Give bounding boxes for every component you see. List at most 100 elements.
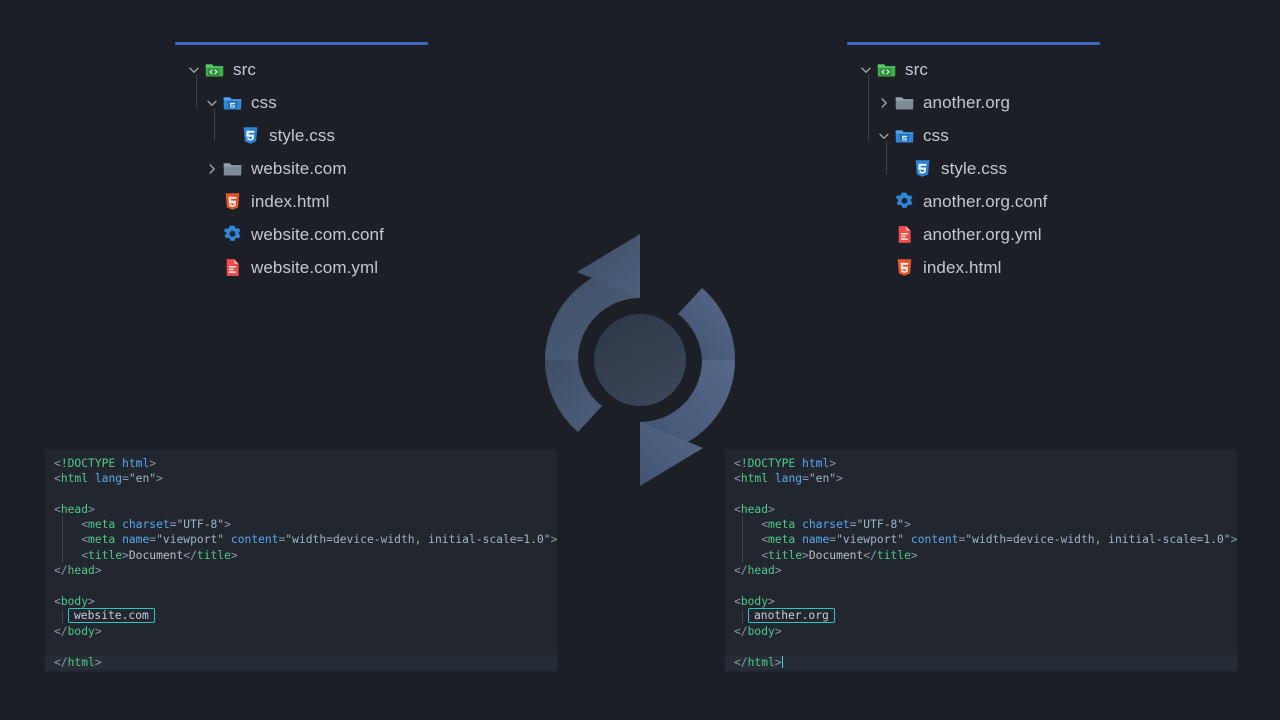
code-line: <body>	[734, 594, 775, 608]
code-line: </head>	[734, 564, 782, 578]
chevron-right-icon[interactable]	[875, 94, 893, 112]
indent-guide	[742, 609, 743, 624]
right-tree-rows: src another.org css style.css another.org.co…	[847, 53, 1117, 284]
indent-guide	[62, 532, 63, 548]
indent-guide	[742, 517, 743, 533]
chevron-down-icon	[203, 259, 221, 277]
code-line: </body>	[54, 625, 102, 639]
tree-item-label: css	[923, 125, 949, 145]
tree-file-row[interactable]: index.html	[847, 251, 1117, 284]
code-line: </body>	[734, 625, 782, 639]
tree-file-row[interactable]: index.html	[175, 185, 445, 218]
left-tree-top-rule	[175, 42, 428, 45]
chevron-down-icon	[203, 193, 221, 211]
right-code-editor[interactable]: <!DOCTYPE html> <html lang="en"> <head> <…	[725, 450, 1237, 672]
indent-guide	[742, 547, 743, 564]
tree-item-label: src	[905, 59, 928, 79]
tree-file-row[interactable]: style.css	[847, 152, 1117, 185]
gear-config-file-icon	[221, 224, 243, 246]
chevron-down-icon[interactable]	[203, 94, 221, 112]
active-code-line: </html>	[45, 654, 557, 671]
code-line: <head>	[54, 502, 95, 516]
indent-guide	[886, 141, 887, 174]
folder-css-icon	[893, 125, 915, 147]
code-line: <title>Document</title>	[45, 547, 557, 564]
chevron-down-icon	[875, 226, 893, 244]
tree-folder-row[interactable]: src	[175, 53, 445, 86]
chevron-down-icon[interactable]	[185, 61, 203, 79]
folder-src-code-icon	[875, 59, 897, 81]
chevron-down-icon[interactable]	[875, 127, 893, 145]
left-code-lines: <!DOCTYPE html> <html lang="en"> <head> <…	[45, 456, 557, 671]
code-line: <title>Document</title>	[725, 547, 1237, 564]
code-line: <meta charset="UTF-8">	[45, 517, 557, 533]
chevron-down-icon	[875, 193, 893, 211]
chevron-down-icon	[221, 127, 239, 145]
tree-item-label: index.html	[251, 191, 330, 211]
active-code-line: </html>	[725, 654, 1237, 671]
folder-src-code-icon	[203, 59, 225, 81]
highlighted-value-box[interactable]: website.com	[68, 607, 155, 623]
html5-file-icon	[893, 257, 915, 279]
tree-folder-row[interactable]: css	[847, 119, 1117, 152]
code-line: </head>	[54, 564, 102, 578]
tree-file-row[interactable]: another.org.yml	[847, 218, 1117, 251]
highlighted-value-box[interactable]: another.org	[748, 607, 835, 623]
css3-file-icon	[911, 158, 933, 180]
sync-refresh-icon	[530, 228, 750, 493]
right-file-tree: src another.org css style.css another.org.co…	[847, 42, 1117, 284]
chevron-down-icon	[203, 226, 221, 244]
tree-item-label: style.css	[269, 125, 336, 145]
tree-folder-row[interactable]: website.com	[175, 152, 445, 185]
indent-guide	[214, 108, 215, 141]
chevron-right-icon[interactable]	[203, 160, 221, 178]
indent-guide	[196, 75, 197, 108]
highlighted-value-line: website.com	[45, 607, 557, 624]
indent-guide	[742, 532, 743, 548]
right-tree-top-rule	[847, 42, 1100, 45]
html5-file-icon	[221, 191, 243, 213]
tree-file-row[interactable]: another.org.conf	[847, 185, 1117, 218]
css3-file-icon	[239, 125, 261, 147]
chevron-down-icon	[893, 160, 911, 178]
tree-item-label: style.css	[941, 158, 1008, 178]
tree-file-row[interactable]: website.com.conf	[175, 218, 445, 251]
chevron-down-icon[interactable]	[857, 61, 875, 79]
folder-plain-icon	[221, 158, 243, 180]
tree-file-row[interactable]: website.com.yml	[175, 251, 445, 284]
code-line: <!DOCTYPE html>	[734, 457, 837, 470]
tree-item-label: website.com.yml	[251, 257, 379, 277]
tree-folder-row[interactable]: another.org	[847, 86, 1117, 119]
indent-guide	[62, 609, 63, 624]
code-line: <meta charset="UTF-8">	[725, 517, 1237, 533]
code-line: <body>	[54, 594, 95, 608]
tree-item-label: index.html	[923, 257, 1002, 277]
folder-css-icon	[221, 92, 243, 114]
tree-file-row[interactable]: style.css	[175, 119, 445, 152]
tree-item-label: website.com.conf	[251, 224, 384, 244]
tree-folder-row[interactable]: css	[175, 86, 445, 119]
tree-folder-row[interactable]: src	[847, 53, 1117, 86]
code-line: <!DOCTYPE html>	[54, 457, 157, 470]
indent-guide	[868, 75, 869, 141]
left-file-tree: src css style.css website.com index.html webs…	[175, 42, 445, 284]
code-line: <html lang="en">	[734, 472, 843, 486]
tree-item-label: another.org.yml	[923, 224, 1042, 244]
tree-item-label: another.org	[923, 92, 1011, 112]
indent-guide	[62, 547, 63, 564]
tree-item-label: another.org.conf	[923, 191, 1048, 211]
left-code-editor[interactable]: <!DOCTYPE html> <html lang="en"> <head> <…	[45, 450, 557, 672]
code-line: <html lang="en">	[54, 472, 163, 486]
right-code-lines: <!DOCTYPE html> <html lang="en"> <head> <…	[725, 456, 1237, 671]
gear-config-file-icon	[893, 191, 915, 213]
tree-item-label: src	[233, 59, 256, 79]
tree-item-label: css	[251, 92, 277, 112]
chevron-down-icon	[875, 259, 893, 277]
indent-guide	[62, 517, 63, 533]
